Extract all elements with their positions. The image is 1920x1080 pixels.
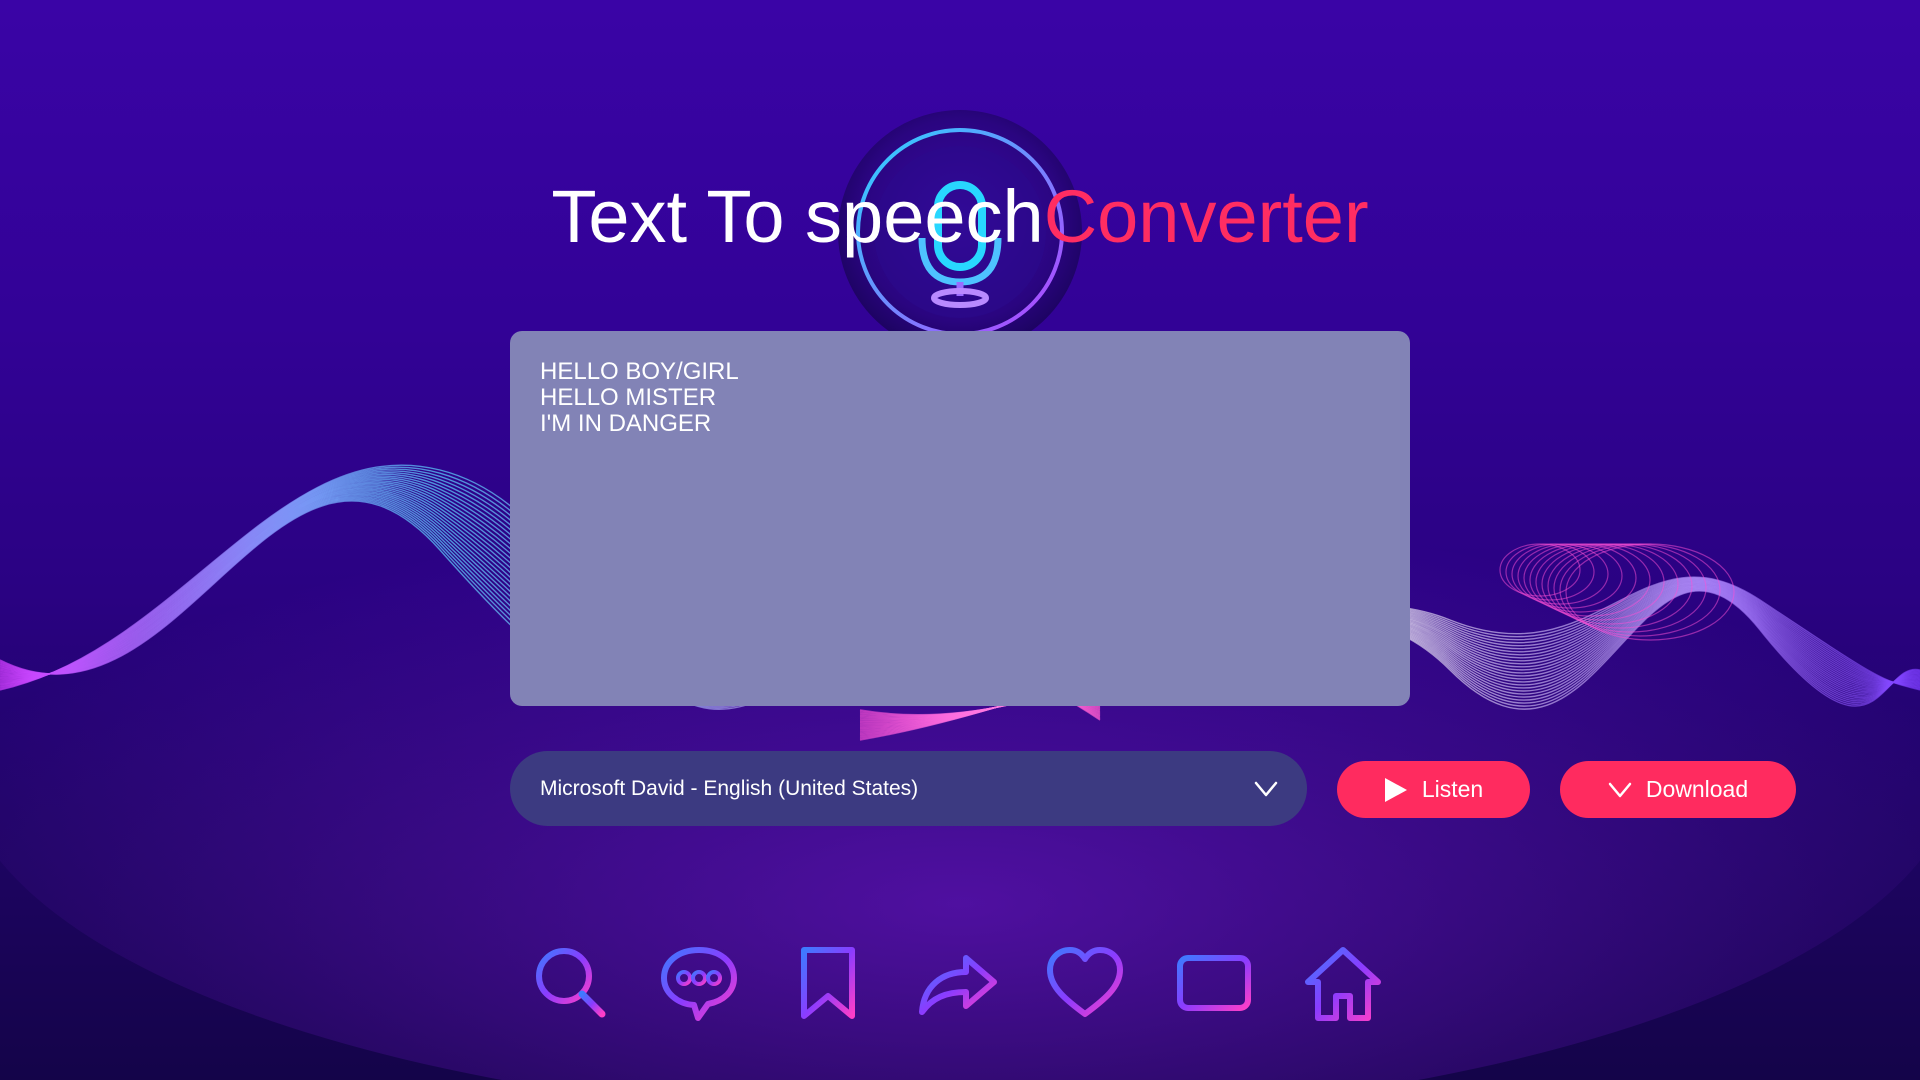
- search-icon[interactable]: [528, 940, 614, 1026]
- share-icon[interactable]: [914, 940, 1000, 1026]
- listen-button[interactable]: Listen: [1337, 761, 1530, 818]
- listen-label: Listen: [1421, 776, 1484, 802]
- page-title: Text To speechConverter: [0, 172, 1920, 262]
- title-accent-text: Converter: [1043, 175, 1369, 258]
- chevron-down-icon: [1608, 782, 1632, 797]
- chat-icon[interactable]: [656, 940, 742, 1026]
- voice-select-value: Microsoft David - English (United States…: [540, 776, 919, 800]
- voice-select[interactable]: Microsoft David - English (United States…: [510, 751, 1307, 826]
- text-line: I'M IN DANGER: [540, 410, 712, 437]
- text-line: HELLO BOY/GIRL: [540, 358, 739, 385]
- title-text: Text To speech: [551, 175, 1044, 258]
- download-button[interactable]: Download: [1560, 761, 1796, 818]
- heart-icon[interactable]: [1042, 940, 1128, 1026]
- text-line: HELLO MISTER: [540, 384, 717, 411]
- add-icon[interactable]: [1171, 940, 1257, 1026]
- bookmark-icon[interactable]: [785, 940, 871, 1026]
- play-icon: [1384, 777, 1407, 802]
- download-label: Download: [1645, 776, 1749, 802]
- bottom-nav: [0, 940, 1920, 1030]
- chevron-down-icon: [1254, 781, 1278, 797]
- text-input-area[interactable]: HELLO BOY/GIRL HELLO MISTER I'M IN DANGE…: [510, 331, 1410, 706]
- home-icon[interactable]: [1300, 940, 1386, 1026]
